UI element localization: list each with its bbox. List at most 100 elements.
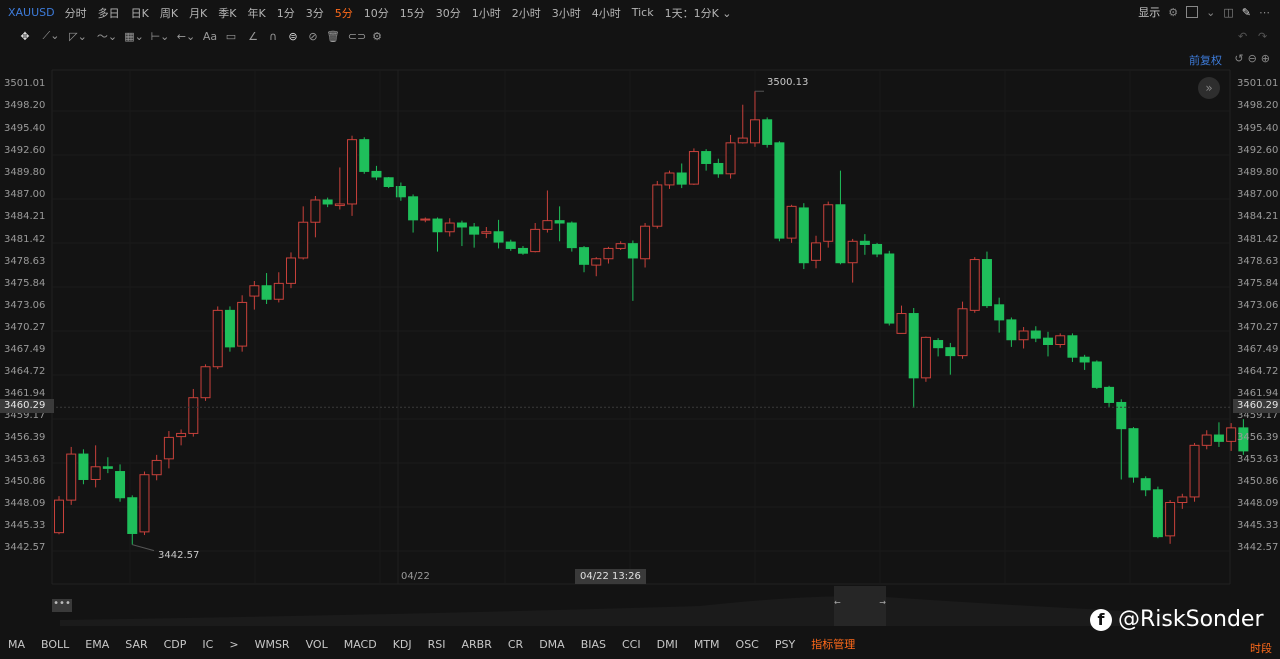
- indicator-tab[interactable]: BIAS: [581, 638, 606, 651]
- candle-up: [896, 313, 907, 334]
- candle-down: [1091, 361, 1102, 388]
- candle-up: [823, 204, 834, 242]
- y-tick-label-left: 3484.21: [4, 211, 46, 223]
- scroll-forward-button[interactable]: »: [1198, 77, 1220, 99]
- candle-down: [517, 247, 528, 254]
- y-tick-label-right: 3448.09: [1237, 498, 1279, 510]
- session-button[interactable]: 时段: [1250, 640, 1272, 656]
- candle-up: [54, 499, 64, 534]
- candle-up: [652, 184, 663, 227]
- indicator-tab[interactable]: BOLL: [41, 638, 69, 651]
- navigator-window-handle[interactable]: ← →: [834, 586, 886, 626]
- candle-down: [933, 340, 944, 349]
- candles: [54, 91, 1249, 545]
- candle-down: [981, 259, 992, 307]
- indicator-tab[interactable]: MTM: [694, 638, 720, 651]
- candle-down: [127, 497, 138, 534]
- y-tick-label-left: 3489.80: [4, 167, 46, 178]
- indicator-tab[interactable]: MACD: [344, 638, 377, 651]
- indicator-tab[interactable]: DMA: [539, 638, 565, 651]
- navigator[interactable]: [0, 590, 1280, 626]
- y-tick-label-left: 3498.20: [4, 100, 46, 112]
- navigator-menu-button[interactable]: •••: [52, 599, 72, 612]
- candle-down: [1104, 386, 1115, 403]
- indicator-tab[interactable]: DMI: [657, 638, 678, 651]
- candle-down: [505, 241, 516, 249]
- indicator-more-button[interactable]: >: [229, 638, 238, 651]
- indicator-tab[interactable]: KDJ: [393, 638, 412, 651]
- candle-down: [908, 313, 919, 379]
- candle-up: [285, 257, 296, 284]
- candle-down: [798, 207, 809, 264]
- y-tick-label-right: 3450.86: [1237, 476, 1279, 488]
- indicator-tab[interactable]: CDP: [164, 638, 187, 651]
- indicator-tab[interactable]: VOL: [306, 638, 328, 651]
- indicator-tabs: MA BOLL EMA SAR CDP IC > WMSR VOL MACD KDJ RSI ARBR C…: [0, 629, 1280, 659]
- candle-down: [78, 453, 89, 480]
- y-tick-label-right: 3467.49: [1237, 344, 1279, 356]
- candle-up: [139, 474, 150, 533]
- candle-down: [1079, 356, 1090, 363]
- handle-right-icon[interactable]: →: [879, 598, 886, 607]
- y-tick-label-left: 3495.40: [4, 122, 46, 134]
- y-tick-label-right: 3461.94: [1237, 388, 1279, 400]
- indicator-tab[interactable]: WMSR: [255, 638, 290, 651]
- indicator-tab[interactable]: CCI: [622, 638, 641, 651]
- candle-up: [273, 282, 284, 300]
- candle-down: [627, 243, 638, 259]
- candle-down: [102, 466, 113, 469]
- current-price-right: 3460.29: [1233, 399, 1280, 413]
- indicator-tab[interactable]: RSI: [428, 638, 446, 651]
- candle-up: [66, 453, 77, 501]
- candle-down: [359, 139, 370, 172]
- candle-up: [530, 228, 541, 253]
- candle-up: [920, 336, 931, 379]
- candle-down: [701, 151, 712, 164]
- candle-down: [1006, 319, 1017, 341]
- candle-down: [566, 222, 577, 249]
- indicator-tab[interactable]: OSC: [736, 638, 759, 651]
- indicator-tab[interactable]: PSY: [775, 638, 795, 651]
- candle-up: [957, 308, 968, 357]
- y-tick-label-left: 3456.39: [4, 432, 46, 444]
- indicator-tab[interactable]: MA: [8, 638, 25, 651]
- indicator-tab[interactable]: ARBR: [462, 638, 492, 651]
- candle-down: [1116, 401, 1127, 430]
- watermark-text: @RiskSonder: [1118, 607, 1264, 632]
- y-tick-label-left: 3467.49: [4, 344, 46, 356]
- candle-up: [786, 205, 797, 239]
- candle-up: [1226, 427, 1237, 442]
- y-tick-label-left: 3501.01: [4, 78, 46, 89]
- handle-left-icon[interactable]: ←: [834, 598, 841, 607]
- candle-up: [591, 258, 602, 266]
- candle-down: [872, 243, 883, 255]
- y-tick-label-right: 3442.57: [1237, 542, 1279, 553]
- y-tick-label-right: 3445.33: [1237, 520, 1279, 532]
- candle-down: [115, 471, 126, 499]
- candle-up: [640, 225, 651, 260]
- candle-down: [859, 240, 870, 245]
- candle-up: [615, 243, 626, 249]
- facebook-icon: f: [1090, 608, 1112, 631]
- indicator-tab[interactable]: CR: [508, 638, 523, 651]
- candle-up: [603, 247, 614, 260]
- y-tick-label-right: 3478.63: [1237, 255, 1279, 267]
- candle-up: [444, 222, 455, 233]
- candlestick-chart[interactable]: [0, 0, 1280, 590]
- indicator-manage-button[interactable]: 指标管理: [811, 636, 855, 652]
- y-tick-label-right: 3473.06: [1237, 299, 1279, 311]
- y-tick-label-left: 3492.60: [4, 144, 46, 156]
- candle-down: [713, 162, 724, 175]
- indicator-tab[interactable]: EMA: [85, 638, 109, 651]
- candle-up: [847, 240, 858, 264]
- y-tick-label-left: 3470.27: [4, 322, 46, 334]
- candle-up: [188, 397, 199, 434]
- indicator-tab[interactable]: IC: [202, 638, 213, 651]
- candle-down: [408, 196, 419, 221]
- crosshair-time-label: 04/22 13:26: [575, 569, 646, 584]
- candle-down: [1043, 337, 1054, 346]
- y-tick-label-left: 3473.06: [4, 299, 46, 311]
- candle-down: [371, 170, 382, 178]
- candle-up: [347, 139, 358, 205]
- indicator-tab[interactable]: SAR: [125, 638, 147, 651]
